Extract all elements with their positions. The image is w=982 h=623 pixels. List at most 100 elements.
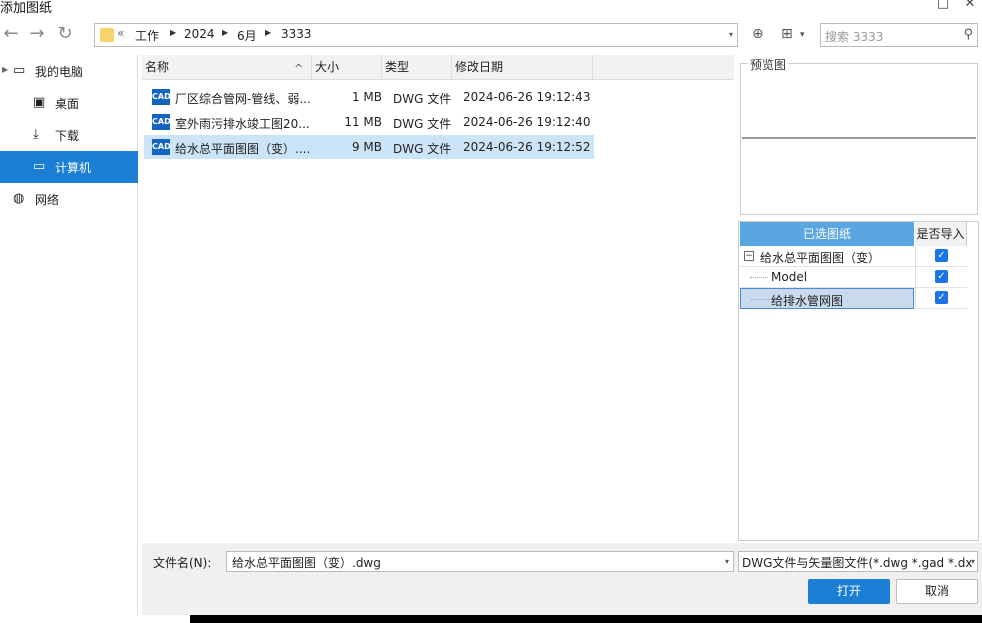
- address-bar[interactable]: « 工作 ▶ 2024 ▶ 6月 ▶ 3333 ▾: [94, 23, 738, 47]
- search-placeholder: 搜索 3333: [825, 30, 884, 44]
- sidebar-item-label: 下载: [55, 129, 80, 143]
- computer-icon: ▭: [13, 63, 26, 78]
- folder-icon: [100, 28, 114, 42]
- filename-value: 给水总平面图图（变）.dwg: [232, 556, 381, 570]
- breadcrumb-item[interactable]: 6月: [237, 27, 257, 44]
- breadcrumb-separator-icon[interactable]: ▶: [265, 28, 271, 37]
- taskbar-edge-highlight: [0, 615, 190, 623]
- refresh-icon[interactable]: ↻: [54, 24, 76, 44]
- tree-item-label: 给水总平面图图（变）: [760, 251, 881, 265]
- sidebar-item-label: 网络: [35, 193, 60, 207]
- open-button[interactable]: 打开: [808, 579, 890, 604]
- sidebar-item-downloads[interactable]: ⤓ 下载: [0, 119, 138, 151]
- filename-label: 文件名(N):: [153, 556, 212, 570]
- filename-input[interactable]: 给水总平面图图（变）.dwg ▾: [226, 551, 734, 572]
- maximize-icon[interactable]: □: [933, 0, 953, 11]
- import-cell: ✓: [915, 246, 967, 267]
- close-icon[interactable]: ✕: [960, 0, 980, 11]
- dialog-window: 添加图纸 □ ✕ ← → ↻ « 工作 ▶ 2024 ▶ 6月 ▶ 3333 ▾…: [0, 0, 982, 615]
- preview-label: 预览图: [748, 56, 789, 73]
- import-cell: ✓: [915, 288, 967, 309]
- table-row[interactable]: CAD 厂区综合管网-管线、弱... 1 MB DWG 文件 2024-06-2…: [144, 85, 594, 109]
- file-size: 1 MB: [351, 90, 382, 104]
- column-header-label: 大小: [315, 60, 340, 74]
- tree-connector: [750, 277, 768, 278]
- file-type: DWG 文件: [393, 117, 452, 131]
- import-checkbox[interactable]: ✓: [935, 291, 948, 304]
- view-mode-caret-icon[interactable]: ▾: [800, 30, 805, 40]
- column-header-label: 类型: [385, 60, 410, 74]
- filter-dropdown-icon[interactable]: ▾: [970, 557, 975, 566]
- column-header-type[interactable]: 类型: [382, 55, 452, 80]
- tree-item-layout[interactable]: Model ✓: [740, 267, 967, 288]
- new-folder-icon[interactable]: ⊕: [752, 26, 764, 42]
- file-type-filter-select[interactable]: DWG文件与矢量图文件(*.dwg *.gad *.dx ▾: [738, 551, 978, 572]
- file-size: 11 MB: [344, 115, 382, 129]
- tree-item-label: 给排水管网图: [771, 294, 844, 308]
- sidebar-item-label: 桌面: [55, 97, 80, 111]
- sidebar-item-desktop[interactable]: ▣ 桌面: [0, 87, 138, 119]
- file-date: 2024-06-26 19:12:43: [463, 90, 591, 104]
- column-header-name[interactable]: 名称 ^: [142, 55, 312, 80]
- file-list-header: 名称 ^ 大小 类型 修改日期: [142, 55, 734, 80]
- file-date: 2024-06-26 19:12:40: [463, 115, 591, 129]
- tree-item-name[interactable]: − 给水总平面图图（变）: [740, 246, 914, 267]
- tree-item-name[interactable]: 给排水管网图: [740, 288, 914, 309]
- taskbar-edge: [0, 615, 982, 623]
- breadcrumb-separator-icon[interactable]: ▶: [170, 28, 176, 37]
- overflow-chevron-icon[interactable]: «: [117, 26, 124, 40]
- expand-arrow-icon[interactable]: ▶: [2, 65, 8, 74]
- column-header-label: 名称: [145, 60, 170, 74]
- back-icon[interactable]: ←: [0, 24, 22, 44]
- column-header-date[interactable]: 修改日期: [452, 55, 593, 80]
- sidebar-item-network[interactable]: ◍ 网络: [0, 183, 138, 215]
- file-type: DWG 文件: [393, 92, 452, 106]
- view-mode-icon[interactable]: ⊞: [781, 26, 793, 42]
- file-size: 9 MB: [351, 140, 382, 154]
- tree-item-name[interactable]: Model: [740, 267, 914, 288]
- sidebar-item-my-computer[interactable]: ▶ ▭ 我的电脑: [0, 55, 138, 87]
- search-icon[interactable]: ⚲: [963, 27, 973, 42]
- download-icon: ⤓: [33, 127, 39, 142]
- import-column-header: 是否导入: [915, 222, 967, 246]
- column-header-size[interactable]: 大小: [312, 55, 382, 80]
- cad-file-icon: CAD: [152, 114, 171, 130]
- cad-file-icon: CAD: [152, 139, 171, 155]
- sort-ascending-icon[interactable]: ^: [294, 56, 303, 81]
- tree-item-drawing[interactable]: − 给水总平面图图（变） ✓: [740, 246, 967, 267]
- globe-icon: ◍: [13, 191, 25, 206]
- breadcrumb-item[interactable]: 2024: [184, 27, 215, 41]
- tree-connector: [751, 299, 769, 300]
- file-type: DWG 文件: [393, 142, 452, 156]
- file-name: 室外雨污排水竣工图20...: [175, 117, 310, 131]
- sidebar-item-label: 我的电脑: [35, 65, 84, 79]
- file-name: 给水总平面图图（变）....: [175, 142, 311, 156]
- table-row[interactable]: CAD 室外雨污排水竣工图20... 11 MB DWG 文件 2024-06-…: [144, 110, 594, 134]
- window-title: 添加图纸: [0, 1, 53, 16]
- cad-file-icon: CAD: [152, 89, 171, 105]
- address-dropdown-icon[interactable]: ▾: [729, 30, 733, 39]
- file-type-filter-value: DWG文件与矢量图文件(*.dwg *.gad *.dx: [742, 556, 973, 570]
- import-checkbox[interactable]: ✓: [935, 249, 948, 262]
- file-date: 2024-06-26 19:12:52: [463, 140, 591, 154]
- collapse-icon[interactable]: −: [744, 251, 754, 261]
- preview-image: [742, 137, 976, 139]
- breadcrumb-separator-icon[interactable]: ▶: [222, 28, 228, 37]
- cancel-button[interactable]: 取消: [896, 579, 978, 604]
- sidebar-item-computer[interactable]: ▭ 计算机: [0, 151, 138, 183]
- column-header-label: 修改日期: [455, 60, 504, 74]
- tree-item-label: Model: [771, 270, 808, 284]
- table-row-selected[interactable]: CAD 给水总平面图图（变）.... 9 MB DWG 文件 2024-06-2…: [144, 135, 594, 159]
- breadcrumb-item[interactable]: 3333: [281, 27, 312, 41]
- import-checkbox[interactable]: ✓: [935, 270, 948, 283]
- filename-dropdown-icon[interactable]: ▾: [725, 557, 729, 566]
- tree-item-layout-selected[interactable]: 给排水管网图 ✓: [740, 288, 967, 309]
- desktop-icon: ▣: [33, 95, 46, 110]
- search-input[interactable]: 搜索 3333 ⚲: [820, 23, 978, 47]
- sidebar-item-label: 计算机: [55, 161, 92, 175]
- breadcrumb-item[interactable]: 工作: [135, 27, 159, 44]
- file-list: 名称 ^ 大小 类型 修改日期 CAD 厂区综合管网-管线、弱... 1 MB …: [142, 55, 734, 540]
- forward-icon[interactable]: →: [26, 24, 48, 44]
- sidebar: ▶ ▭ 我的电脑 ▣ 桌面 ⤓ 下载 ▭ 计算机 ◍ 网络: [0, 55, 138, 615]
- computer-icon: ▭: [33, 159, 46, 174]
